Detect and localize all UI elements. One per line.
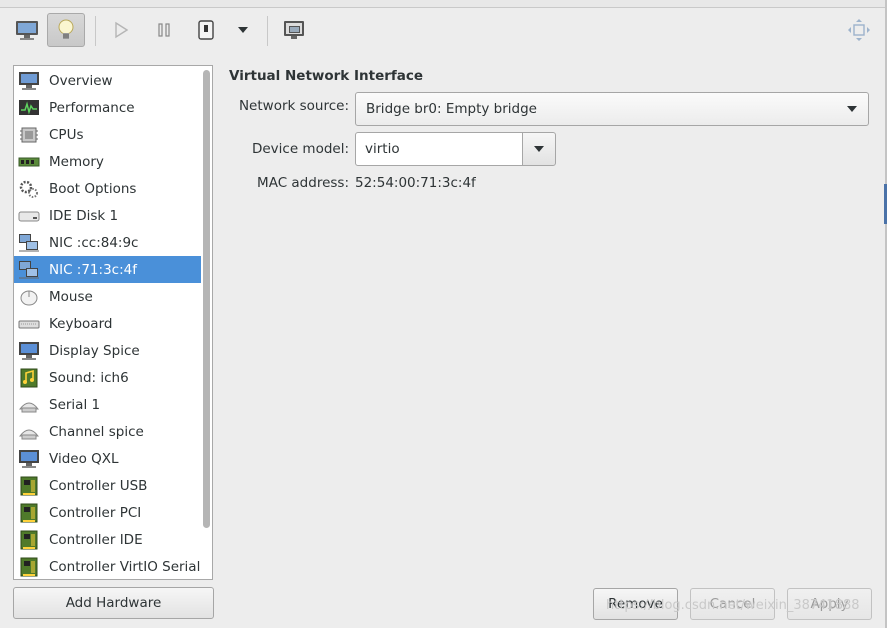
device-model-value: virtio	[365, 141, 400, 157]
network-source-combo[interactable]: Bridge br0: Empty bridge	[355, 92, 869, 126]
sidebar-item-controller-virtio-serial[interactable]: Controller VirtIO Serial	[14, 553, 201, 579]
pause-icon	[158, 23, 170, 37]
shutdown-menu-button[interactable]	[225, 13, 261, 47]
sidebar-item-label: CPUs	[49, 126, 84, 143]
sidebar-item-label: Serial 1	[49, 396, 101, 413]
sidebar-item-mouse[interactable]: Mouse	[14, 283, 201, 310]
sidebar-item-sound-ich6[interactable]: Sound: ich6	[14, 364, 201, 391]
sidebar-item-label: Keyboard	[49, 315, 113, 332]
pause-button[interactable]	[145, 13, 183, 47]
window-top-edge	[0, 0, 887, 8]
controller-icon	[18, 503, 40, 523]
section-title: Virtual Network Interface	[229, 68, 424, 84]
sidebar-item-label: IDE Disk 1	[49, 207, 119, 224]
sidebar-scrollbar[interactable]	[202, 68, 212, 579]
network-icon	[18, 233, 40, 253]
controller-icon	[18, 530, 40, 550]
disk-icon	[18, 206, 40, 226]
memory-icon	[18, 152, 40, 172]
toolbar-separator	[267, 16, 268, 46]
sidebar-item-label: NIC :cc:84:9c	[49, 234, 139, 251]
sidebar-item-ide-disk-1[interactable]: IDE Disk 1	[14, 202, 201, 229]
sidebar-item-label: Sound: ich6	[49, 369, 129, 386]
sidebar-item-label: Channel spice	[49, 423, 144, 440]
sidebar-item-boot-options[interactable]: Boot Options	[14, 175, 201, 202]
network-icon	[18, 260, 40, 280]
mouse-icon	[18, 287, 40, 307]
sidebar-item-label: Display Spice	[49, 342, 140, 359]
sidebar-item-label: Memory	[49, 153, 104, 170]
sidebar-item-label: Video QXL	[49, 450, 119, 467]
shutdown-icon	[198, 20, 214, 40]
controller-icon	[18, 476, 40, 496]
sidebar-item-performance[interactable]: Performance	[14, 94, 201, 121]
sidebar-item-label: Controller VirtIO Serial	[49, 558, 201, 575]
performance-icon	[18, 98, 40, 118]
sidebar-item-serial-1[interactable]: Serial 1	[14, 391, 201, 418]
fullscreen-icon	[848, 19, 870, 41]
sidebar-item-label: Controller USB	[49, 477, 148, 494]
monitor-icon	[18, 71, 40, 91]
run-icon	[115, 21, 129, 39]
run-button[interactable]	[102, 13, 140, 47]
network-source-value: Bridge br0: Empty bridge	[366, 101, 537, 117]
mac-address-value: 52:54:00:71:3c:4f	[355, 175, 476, 191]
sound-card-icon	[18, 368, 40, 388]
serial-icon	[18, 395, 40, 415]
sidebar-item-label: Overview	[49, 72, 113, 89]
dropdown-arrow-icon	[238, 27, 248, 33]
snapshots-icon	[284, 21, 304, 39]
network-source-label: Network source:	[238, 98, 349, 114]
channel-icon	[18, 422, 40, 442]
console-icon	[16, 21, 38, 40]
sidebar-item-nic-cc-84-9c[interactable]: NIC :cc:84:9c	[14, 229, 201, 256]
sidebar-item-label: Mouse	[49, 288, 93, 305]
snapshots-button[interactable]	[275, 13, 313, 47]
chevron-down-icon	[847, 106, 857, 112]
gears-icon	[18, 179, 40, 199]
controller-icon	[18, 557, 40, 577]
sidebar-item-controller-usb[interactable]: Controller USB	[14, 472, 201, 499]
sidebar-item-label: Controller PCI	[49, 504, 142, 521]
video-icon	[18, 449, 40, 469]
fullscreen-button[interactable]	[840, 13, 878, 47]
sidebar-item-controller-ide[interactable]: Controller IDE	[14, 526, 201, 553]
sidebar-item-label: Boot Options	[49, 180, 137, 197]
shutdown-button[interactable]	[187, 13, 225, 47]
sidebar-item-channel-spice[interactable]: Channel spice	[14, 418, 201, 445]
sidebar-scroll-thumb[interactable]	[203, 70, 210, 528]
sidebar-item-keyboard[interactable]: Keyboard	[14, 310, 201, 337]
sidebar-item-memory[interactable]: Memory	[14, 148, 201, 175]
device-model-dropdown-button[interactable]	[522, 132, 556, 166]
sidebar-item-overview[interactable]: Overview	[14, 67, 201, 94]
mac-address-label: MAC address:	[257, 175, 349, 191]
sidebar-item-label: Performance	[49, 99, 135, 116]
details-button[interactable]	[47, 13, 85, 47]
sidebar-item-video-qxl[interactable]: Video QXL	[14, 445, 201, 472]
toolbar-separator	[95, 16, 96, 46]
device-model-label: Device model:	[251, 141, 349, 157]
device-model-entry[interactable]: virtio	[355, 132, 523, 166]
sidebar-item-nic-71-3c-4f[interactable]: NIC :71:3c:4f	[14, 256, 201, 283]
sidebar-item-display-spice[interactable]: Display Spice	[14, 337, 201, 364]
display-icon	[18, 341, 40, 361]
details-bulb-icon	[58, 19, 74, 39]
sidebar-item-controller-pci[interactable]: Controller PCI	[14, 499, 201, 526]
keyboard-icon	[18, 314, 40, 334]
cpu-icon	[18, 125, 40, 145]
console-button[interactable]	[8, 13, 46, 47]
chevron-down-icon	[534, 146, 544, 152]
sidebar-item-label: NIC :71:3c:4f	[49, 261, 137, 278]
sidebar-item-cpus[interactable]: CPUs	[14, 121, 201, 148]
sidebar-item-label: Controller IDE	[49, 531, 143, 548]
hardware-list[interactable]: Overview Performance CPUs Memory Boot Option…	[13, 65, 213, 580]
add-hardware-button[interactable]: Add Hardware	[13, 587, 214, 619]
watermark-text: https://blog.csdn.net/weixin_38741888	[606, 598, 860, 613]
